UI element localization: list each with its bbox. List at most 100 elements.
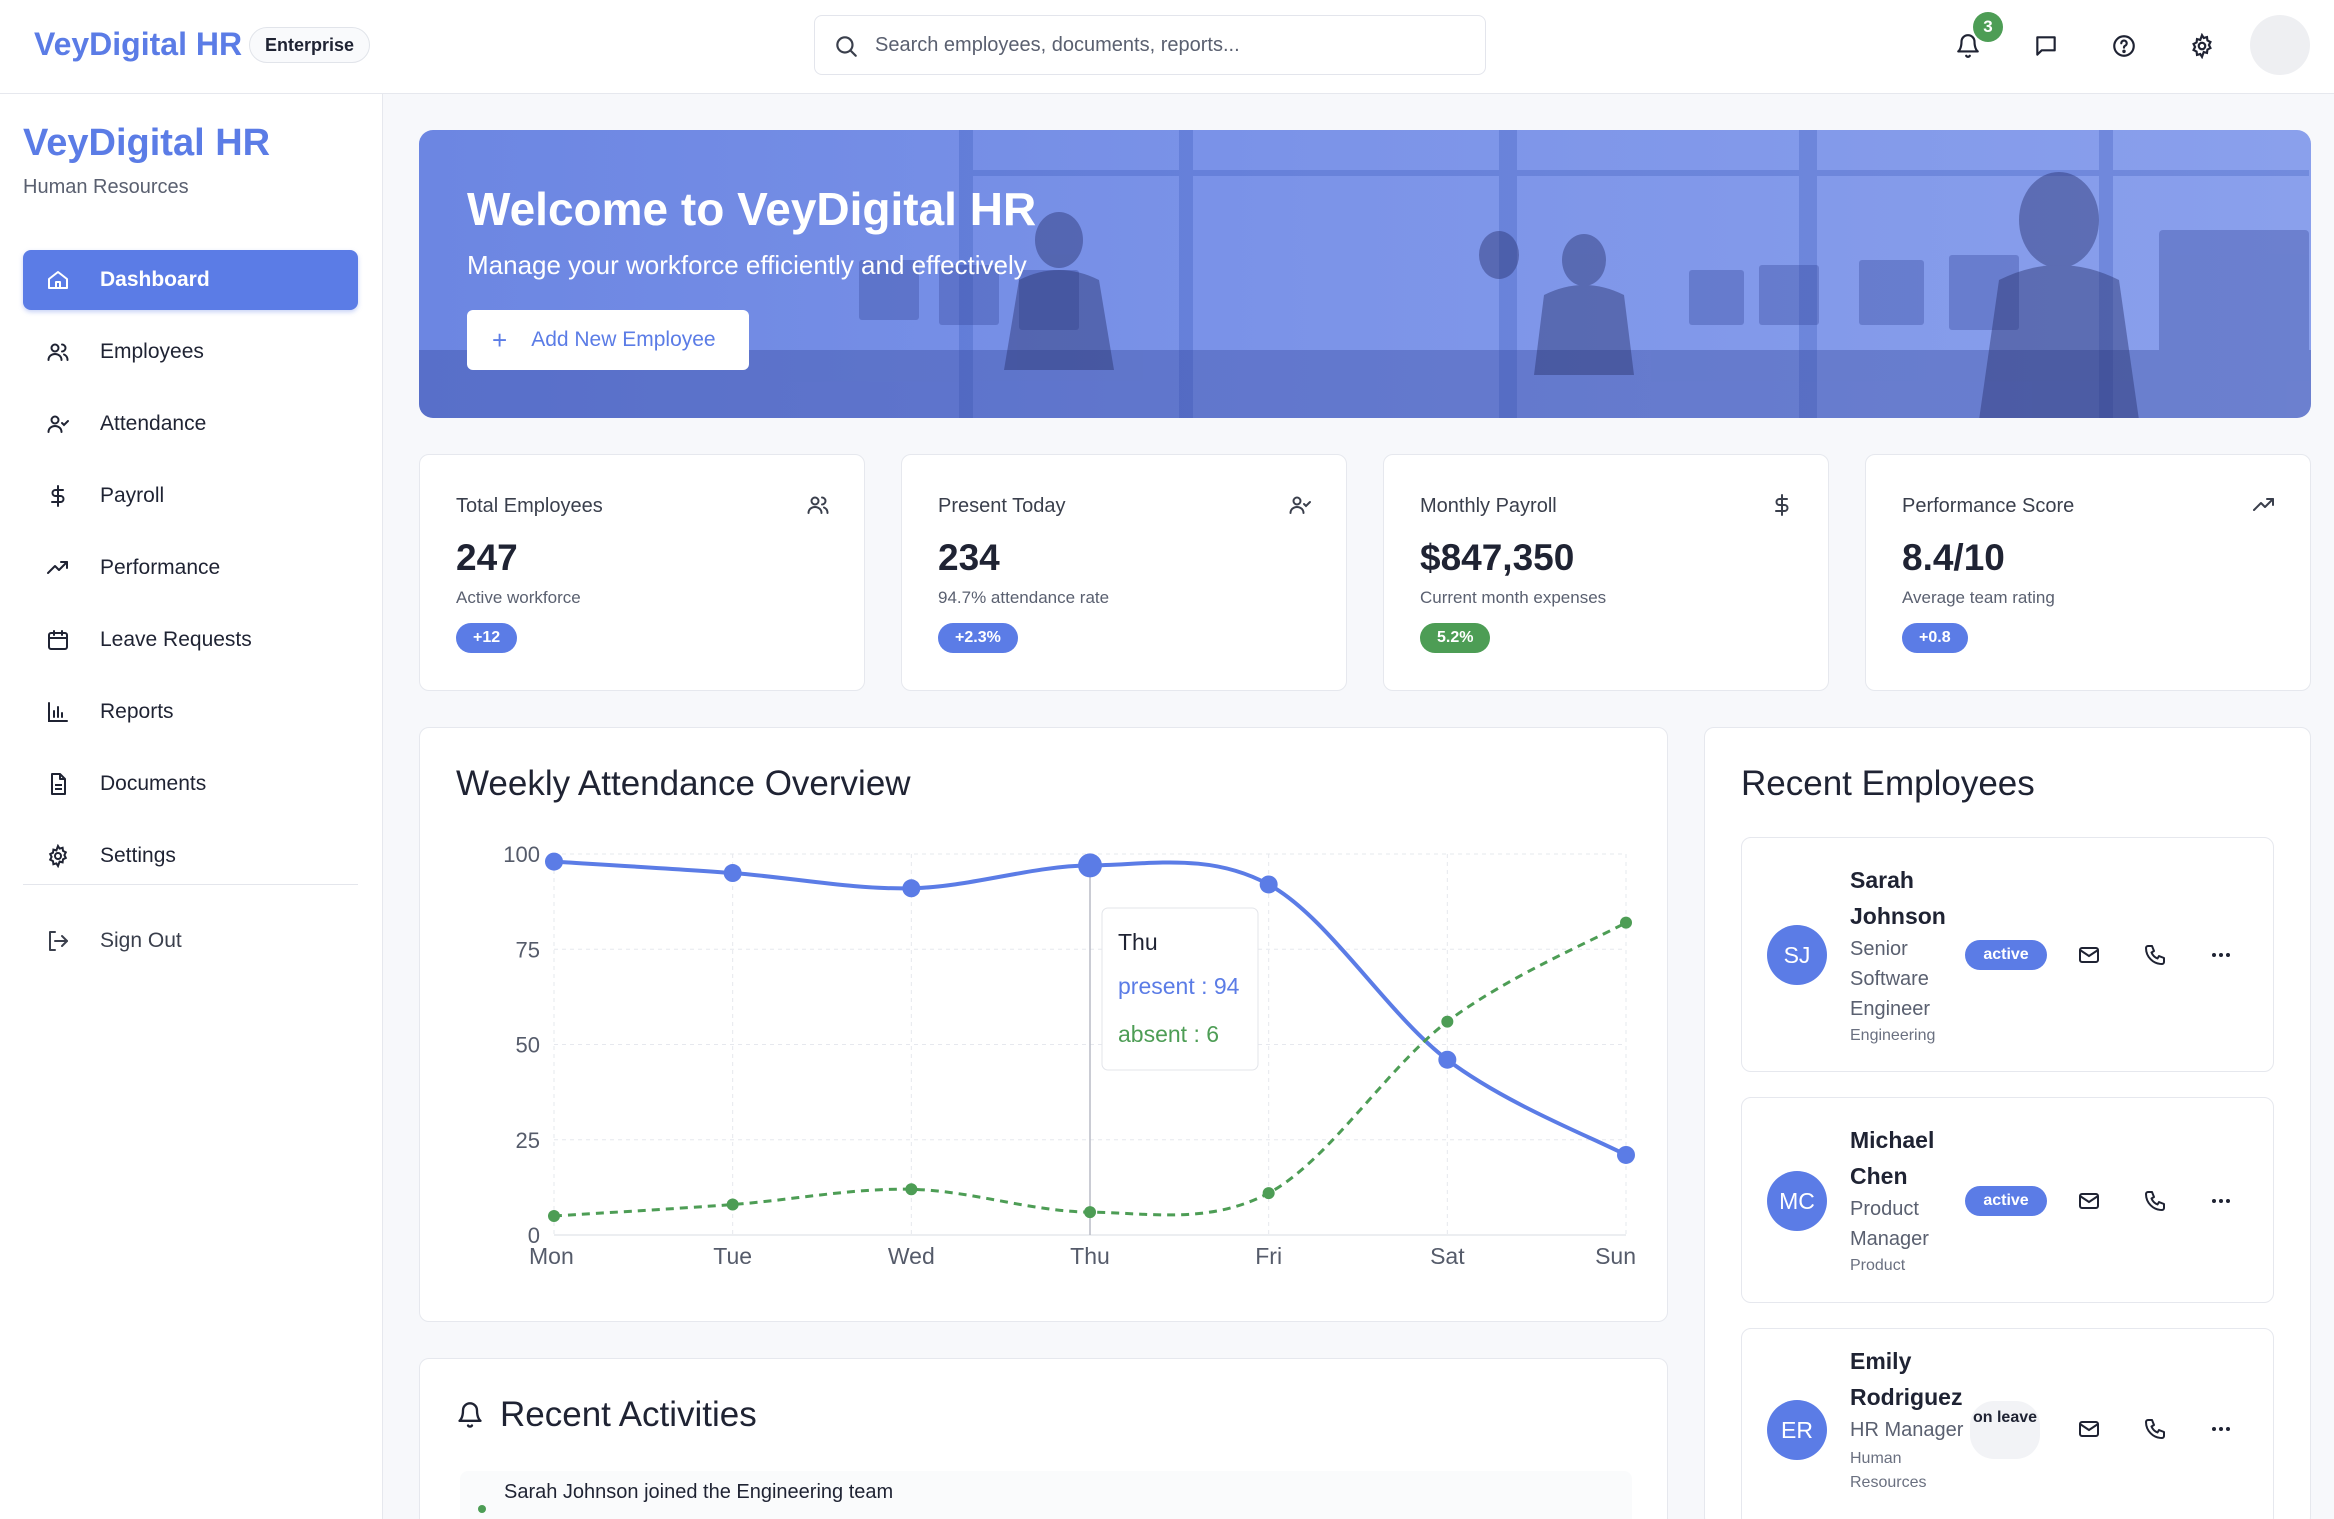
- employee-name: Michael Chen: [1850, 1127, 1935, 1189]
- sign-out-icon: [45, 928, 71, 954]
- recent-activities-title: Recent Activities: [500, 1395, 757, 1434]
- data-point-present: [1078, 853, 1102, 878]
- email-button[interactable]: [2071, 1411, 2107, 1447]
- more-horizontal-icon: [2212, 953, 2230, 957]
- x-tick-label: Wed: [888, 1243, 935, 1269]
- stat-label: Performance Score: [1902, 495, 2075, 517]
- sidebar-item-label: Performance: [100, 556, 221, 579]
- stat-card-total-employees: Total Employees 247 Active workforce +12: [419, 454, 865, 691]
- data-point-absent: [1084, 1206, 1096, 1219]
- sidebar-item-performance[interactable]: Performance: [23, 538, 358, 598]
- recent-employees-card: Recent Employees SJ Sarah Johnson Senior…: [1704, 727, 2311, 1519]
- email-button[interactable]: [2071, 937, 2107, 973]
- bell-icon: [458, 1402, 482, 1428]
- data-point-present: [1259, 875, 1278, 894]
- activity-status-dot: [478, 1505, 486, 1513]
- more-options-button[interactable]: [2203, 1183, 2239, 1219]
- sign-out-label: Sign Out: [100, 929, 182, 952]
- call-button[interactable]: [2137, 1183, 2173, 1219]
- plan-badge: Enterprise: [249, 27, 371, 63]
- tooltip-present: present : 94: [1118, 973, 1240, 999]
- brand-logo[interactable]: VeyDigital HR: [34, 26, 242, 63]
- stat-note: Active workforce: [456, 588, 581, 607]
- sidebar-item-dashboard[interactable]: Dashboard: [23, 250, 358, 310]
- sidebar-item-label: Documents: [100, 772, 207, 795]
- home-icon: [45, 267, 71, 293]
- more-options-button[interactable]: [2203, 1411, 2239, 1447]
- sidebar-item-attendance[interactable]: Attendance: [23, 394, 358, 454]
- x-tick-label: Tue: [713, 1243, 752, 1269]
- sidebar-item-payroll[interactable]: Payroll: [23, 466, 358, 526]
- sidebar-item-reports[interactable]: Reports: [23, 682, 358, 742]
- employee-avatar: SJ: [1767, 925, 1827, 985]
- stat-label: Total Employees: [456, 495, 603, 517]
- stat-value: $847,350: [1420, 537, 1575, 578]
- sidebar-item-settings[interactable]: Settings: [23, 826, 358, 886]
- attendance-line-chart[interactable]: 0255075100Mon Tue Wed Thu Fri Sat SunThupresen…: [420, 728, 1669, 1323]
- stat-card-performance-score: Performance Score 8.4/10 Average team ra…: [1865, 454, 2311, 691]
- y-tick-label: 75: [516, 937, 540, 962]
- stat-label: Monthly Payroll: [1420, 495, 1557, 517]
- sign-out-button[interactable]: Sign Out: [23, 911, 358, 971]
- more-horizontal-icon: [2212, 1199, 2230, 1203]
- data-point-present: [1617, 1145, 1635, 1164]
- employee-card[interactable]: SJ Sarah Johnson Senior Software Enginee…: [1741, 837, 2274, 1072]
- more-options-button[interactable]: [2203, 937, 2239, 973]
- tooltip-day: Thu: [1118, 929, 1158, 955]
- call-button[interactable]: [2137, 1411, 2173, 1447]
- gear-icon: [45, 843, 71, 869]
- employee-department: Engineering: [1850, 1027, 1936, 1044]
- users-icon: [45, 339, 71, 365]
- sidebar-item-leave-requests[interactable]: Leave Requests: [23, 610, 358, 670]
- trending-up-icon: [2253, 498, 2274, 511]
- data-point-present: [1438, 1050, 1457, 1069]
- sidebar-item-employees[interactable]: Employees: [23, 322, 358, 382]
- data-point-present: [545, 852, 563, 871]
- employee-card[interactable]: ER Emily Rodriguez HR Manager Human Reso…: [1741, 1328, 2274, 1519]
- data-point-absent: [1620, 916, 1632, 929]
- sidebar-divider: [23, 884, 358, 885]
- data-point-absent: [726, 1198, 739, 1211]
- trending-up-icon: [45, 555, 71, 581]
- sidebar-subtitle: Human Resources: [23, 176, 189, 198]
- stat-change-badge: +0.8: [1902, 623, 1968, 653]
- employee-department: Human Resources: [1850, 1450, 1927, 1491]
- phone-icon: [2145, 1419, 2165, 1439]
- y-tick-label: 50: [516, 1033, 540, 1058]
- gear-icon: [2192, 33, 2212, 59]
- x-tick-label: Mon: [529, 1243, 574, 1269]
- y-tick-label: 25: [516, 1128, 540, 1153]
- sidebar-item-label: Payroll: [100, 484, 165, 507]
- messages-button[interactable]: [2026, 26, 2066, 66]
- stat-card-monthly-payroll: Monthly Payroll $847,350 Current month e…: [1383, 454, 1829, 691]
- employee-role: Product Manager: [1850, 1198, 1929, 1250]
- sidebar-item-label: Attendance: [100, 412, 207, 435]
- users-icon: [807, 496, 829, 514]
- employee-name: Emily Rodriguez: [1850, 1348, 1963, 1410]
- data-point-absent: [548, 1209, 560, 1222]
- email-button[interactable]: [2071, 1183, 2107, 1219]
- user-avatar[interactable]: [2250, 15, 2310, 75]
- activity-item[interactable]: Sarah Johnson joined the Engineering tea…: [460, 1471, 1632, 1519]
- message-icon: [2036, 36, 2056, 56]
- employee-card[interactable]: MC Michael Chen Product Manager Product …: [1741, 1097, 2274, 1303]
- sidebar-item-documents[interactable]: Documents: [23, 754, 358, 814]
- settings-button[interactable]: [2182, 26, 2222, 66]
- search-input[interactable]: [875, 16, 1475, 74]
- mail-icon: [2079, 947, 2099, 963]
- help-icon: [2113, 35, 2135, 57]
- welcome-banner: Welcome to VeyDigital HR Manage your wor…: [419, 130, 2311, 418]
- stat-value: 234: [938, 537, 1000, 578]
- sidebar: VeyDigital HR Human Resources Dashboard …: [0, 94, 383, 1519]
- bar-chart-icon: [45, 699, 71, 725]
- call-button[interactable]: [2137, 937, 2173, 973]
- add-employee-button[interactable]: + Add New Employee: [467, 310, 749, 370]
- employee-department: Product: [1850, 1257, 1906, 1274]
- search-box[interactable]: [814, 15, 1486, 75]
- add-employee-label: Add New Employee: [531, 328, 716, 351]
- stat-value: 8.4/10: [1902, 537, 2005, 578]
- stat-note: Current month expenses: [1420, 588, 1607, 607]
- recent-employees-title: Recent Employees: [1741, 764, 2035, 803]
- help-button[interactable]: [2104, 26, 2144, 66]
- stat-card-present-today: Present Today 234 94.7% attendance rate …: [901, 454, 1347, 691]
